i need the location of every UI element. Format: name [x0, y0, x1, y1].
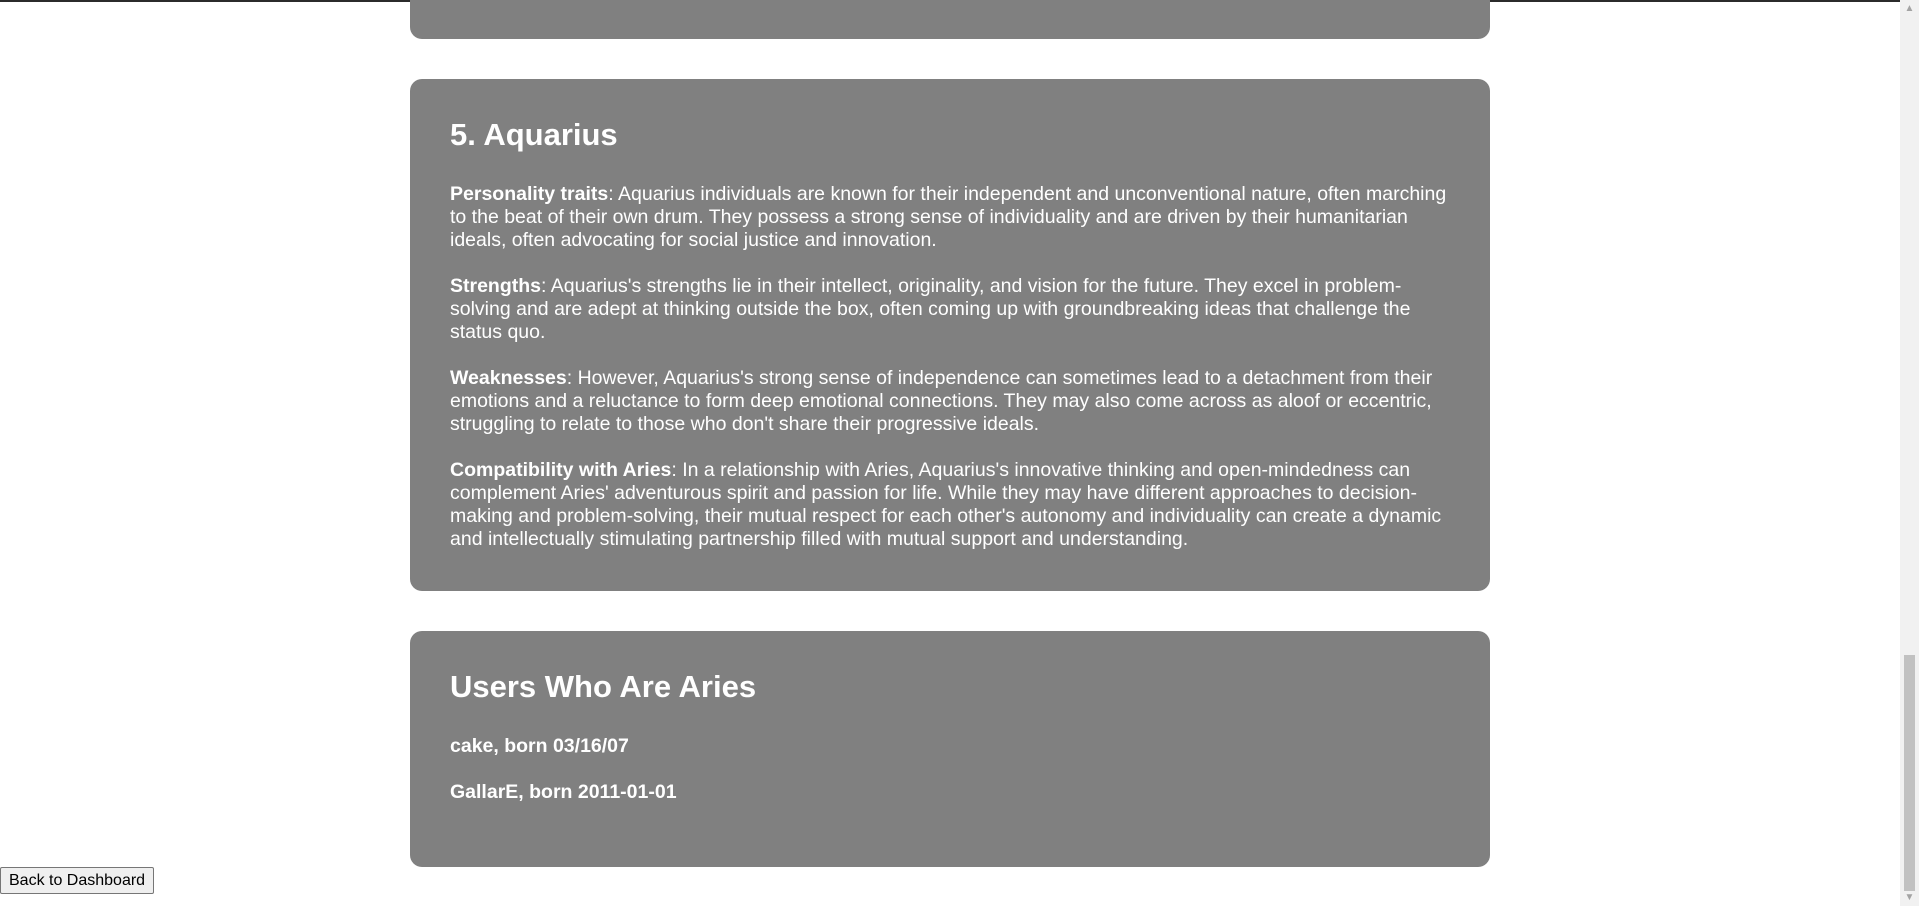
weaknesses-text: : However, Aquarius's strong sense of in…	[450, 367, 1433, 435]
vertical-scrollbar[interactable]: ▲ ▼	[1900, 0, 1919, 906]
scroll-up-arrow-icon[interactable]: ▲	[1900, 0, 1919, 17]
aquarius-card: 5. Aquarius Personality traits: Aquarius…	[410, 79, 1490, 591]
user-list-item: GallarE, born 2011-01-01	[450, 781, 677, 803]
aquarius-title: 5. Aquarius	[450, 117, 618, 152]
aries-users-title: Users Who Are Aries	[450, 669, 757, 704]
personality-traits-label: Personality traits	[450, 183, 609, 205]
strengths-paragraph: Strengths: Aquarius's strengths lie in t…	[450, 275, 1450, 344]
strengths-text: : Aquarius's strengths lie in their inte…	[450, 275, 1411, 343]
compatibility-paragraph: Compatibility with Aries: In a relations…	[450, 459, 1450, 551]
back-to-dashboard-button[interactable]: Back to Dashboard	[0, 867, 155, 894]
user-list-item: cake, born 03/16/07	[450, 735, 629, 757]
previous-sign-card	[410, 0, 1490, 39]
scrollbar-thumb[interactable]	[1904, 655, 1915, 891]
aries-users-card: Users Who Are Aries cake, born 03/16/07 …	[410, 631, 1490, 867]
weaknesses-label: Weaknesses	[450, 367, 567, 389]
personality-traits-paragraph: Personality traits: Aquarius individuals…	[450, 183, 1450, 252]
weaknesses-paragraph: Weaknesses: However, Aquarius's strong s…	[450, 367, 1450, 436]
compatibility-label: Compatibility with Aries	[450, 459, 672, 481]
scroll-down-arrow-icon[interactable]: ▼	[1900, 889, 1919, 906]
strengths-label: Strengths	[450, 275, 542, 297]
